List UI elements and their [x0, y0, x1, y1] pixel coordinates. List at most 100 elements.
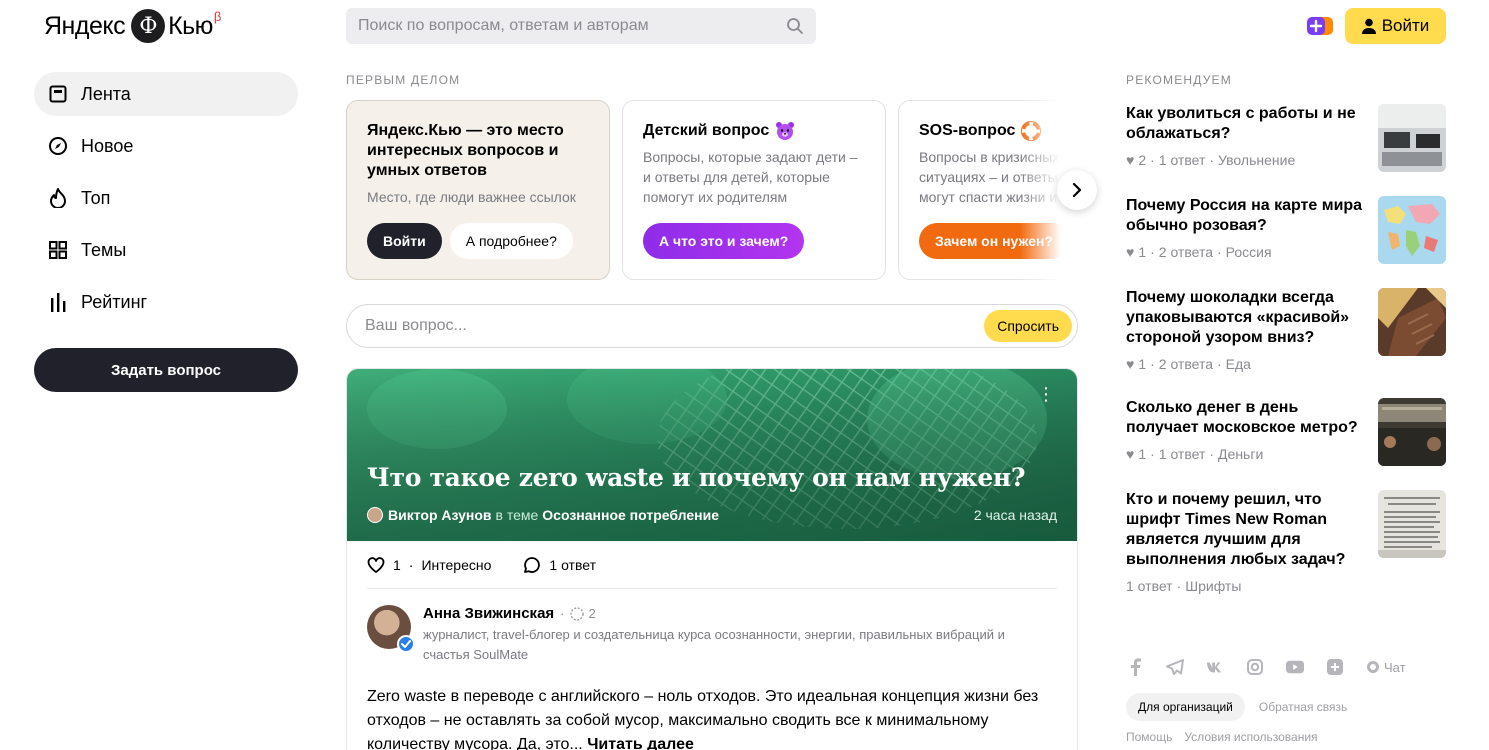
read-more-link[interactable]: Читать далее — [587, 736, 694, 750]
feed-meta: Виктор Азунов в теме Осознанное потребле… — [367, 507, 1057, 523]
ask-question-button[interactable]: Задать вопрос — [34, 348, 298, 392]
rec-thumbnail[interactable] — [1378, 288, 1446, 356]
rec-answers: 2 ответа — [1158, 356, 1213, 372]
more-options-icon[interactable]: ⋮ — [1037, 385, 1055, 403]
sidebar-item-rating[interactable]: Рейтинг — [34, 280, 298, 324]
sidebar-item-label: Лента — [81, 83, 131, 104]
rec-topic[interactable]: Россия — [1226, 244, 1272, 260]
chat-link[interactable]: Чат — [1366, 660, 1406, 675]
sidebar-item-label: Темы — [81, 239, 127, 260]
rec-topic[interactable]: Увольнение — [1218, 152, 1295, 168]
login-button[interactable]: Войти — [1345, 8, 1446, 44]
rec-thumbnail[interactable] — [1378, 490, 1446, 558]
dot-separator: · — [1150, 152, 1155, 168]
cards-next-button[interactable] — [1057, 170, 1097, 210]
sidebar-item-topics[interactable]: Темы — [34, 228, 298, 272]
sidebar-item-feed[interactable]: Лента — [34, 72, 298, 116]
rec-thumbnail[interactable] — [1378, 398, 1446, 466]
rec-likes: 2 — [1138, 152, 1147, 168]
plus-icon[interactable] — [1326, 658, 1344, 676]
ask-submit-button[interactable]: Спросить — [984, 310, 1072, 342]
rec-title[interactable]: Почему шоколадки всегда упаковываются «к… — [1126, 288, 1366, 348]
instagram-icon[interactable] — [1246, 658, 1264, 676]
yandex-plus-icon[interactable] — [1307, 15, 1335, 37]
list-item[interactable]: Кто и почему решил, что шрифт Times New … — [1126, 490, 1446, 594]
rec-title[interactable]: Почему Россия на карте мира обычно розов… — [1126, 196, 1366, 236]
rec-title[interactable]: Как уволиться с работы и не облажаться? — [1126, 104, 1366, 144]
rec-meta: ♥ 1 · 2 ответа · Еда — [1126, 356, 1446, 372]
rating-icon — [48, 292, 68, 312]
topic-link[interactable]: Осознанное потребление — [542, 507, 719, 523]
rec-topic[interactable]: Шрифты — [1185, 578, 1241, 594]
logo[interactable]: Яндекс Ф Кью β — [44, 9, 221, 43]
sidebar-item-top[interactable]: Топ — [34, 176, 298, 220]
answers-button[interactable]: 1 ответ — [523, 556, 596, 574]
likes-count: 1 — [393, 556, 401, 573]
heart-icon: ♥ — [1126, 244, 1135, 260]
ask-box[interactable]: Спросить — [346, 304, 1078, 348]
dot-separator: · — [1209, 446, 1215, 462]
rec-title[interactable]: Кто и почему решил, что шрифт Times New … — [1126, 490, 1366, 570]
card-login-button[interactable]: Войти — [367, 223, 442, 259]
in-topic-label: в теме — [495, 507, 539, 523]
question-input[interactable] — [365, 317, 985, 335]
sidebar-item-label: Топ — [81, 187, 111, 208]
rec-topic[interactable]: Еда — [1226, 356, 1251, 372]
grid-icon — [48, 240, 68, 260]
rec-answers: 1 ответ — [1126, 578, 1173, 594]
rec-answers: 1 ответ — [1158, 152, 1206, 168]
heart-icon — [367, 556, 385, 573]
sidebar-item-new[interactable]: Новое — [34, 124, 298, 168]
search-icon[interactable] — [786, 17, 804, 35]
fire-icon — [48, 188, 68, 208]
list-item[interactable]: Почему шоколадки всегда упаковываются «к… — [1126, 288, 1446, 372]
rec-thumbnail[interactable] — [1378, 104, 1446, 172]
card-text: Место, где люди важнее ссылок — [367, 189, 576, 205]
heart-icon: ♥ — [1126, 152, 1135, 168]
social-links: Чат — [1126, 658, 1406, 676]
for-organizations-link[interactable]: Для организаций — [1126, 693, 1245, 721]
list-item[interactable]: Сколько денег в день получает московское… — [1126, 398, 1446, 466]
bear-icon — [776, 122, 795, 140]
youtube-icon[interactable] — [1286, 658, 1304, 676]
interesting-button[interactable]: 1 · Интересно — [367, 557, 491, 573]
list-item[interactable]: Как уволиться с работы и не облажаться? … — [1126, 104, 1446, 172]
telegram-icon[interactable] — [1166, 658, 1184, 676]
user-icon — [1361, 18, 1376, 34]
author-avatar[interactable] — [367, 507, 383, 523]
list-item[interactable]: Почему Россия на карте мира обычно розов… — [1126, 196, 1446, 264]
post-time: 2 часа назад — [973, 507, 1057, 523]
feedback-link[interactable]: Обратная связь — [1259, 700, 1347, 714]
facebook-icon[interactable] — [1126, 658, 1144, 676]
feed-hero[interactable]: ⋮ Что такое zero waste и почему он нам н… — [347, 369, 1077, 541]
search-bar[interactable] — [346, 8, 816, 44]
compass-icon — [48, 136, 68, 156]
rec-thumbnail[interactable] — [1378, 196, 1446, 264]
rec-title[interactable]: Сколько денег в день получает московское… — [1126, 398, 1366, 438]
answer-author-bio: журналист, travel-блогер и создательница… — [423, 627, 1005, 662]
answer-author-name[interactable]: Анна Звижинская — [423, 605, 554, 622]
dot-separator: · — [1150, 356, 1155, 372]
terms-link[interactable]: Условия использования — [1184, 730, 1317, 744]
heart-icon: ♥ — [1126, 446, 1135, 462]
answer-author-avatar[interactable] — [367, 605, 415, 653]
feed-title[interactable]: Что такое zero waste и почему он нам нуж… — [367, 463, 1026, 492]
rec-likes: 1 — [1138, 446, 1147, 462]
sidebar-item-label: Рейтинг — [81, 291, 148, 312]
footer-links-secondary: Помощь Условия использования — [1126, 730, 1318, 744]
logo-yandex: Яндекс — [44, 11, 126, 40]
chevron-right-icon — [1072, 183, 1082, 197]
help-link[interactable]: Помощь — [1126, 730, 1172, 744]
kids-question-button[interactable]: А что это и зачем? — [643, 223, 805, 259]
dot-separator: · — [1217, 356, 1222, 372]
dot-separator: · — [560, 606, 565, 621]
rec-topic[interactable]: Деньги — [1218, 446, 1263, 462]
answer-author: Анна Звижинская · 2 — [423, 605, 1053, 622]
laurel-icon — [569, 606, 584, 621]
promo-card-about[interactable]: Яндекс.Кью — это место интересных вопрос… — [346, 100, 610, 280]
promo-card-kids[interactable]: Детский вопрос Вопросы, которые задают д… — [622, 100, 886, 280]
search-input[interactable] — [358, 17, 786, 35]
card-more-button[interactable]: А подробнее? — [449, 223, 573, 259]
author-name[interactable]: Виктор Азунов — [388, 507, 492, 523]
vk-icon[interactable] — [1206, 658, 1224, 676]
